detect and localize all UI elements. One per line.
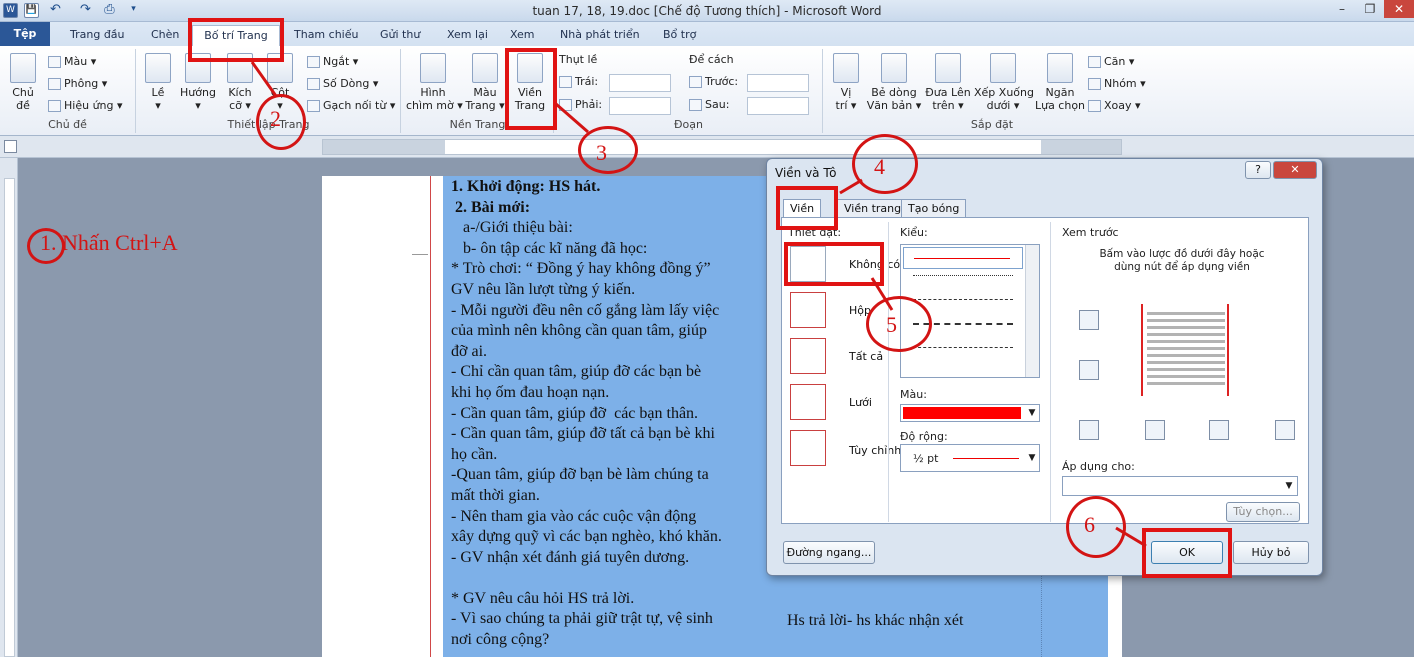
step2-circle [256, 94, 306, 150]
step5-number: 5 [886, 312, 897, 337]
step1-label: 1. Nhấn Ctrl+A [40, 230, 178, 255]
step2-number: 2 [270, 106, 281, 131]
step4-number: 4 [874, 154, 885, 179]
step5-circle [866, 296, 932, 352]
step6-circle [1066, 496, 1126, 558]
step3-circle [578, 126, 638, 174]
step4-circle [852, 134, 918, 194]
annotation-arrows [250, 61, 1147, 548]
step6-number: 6 [1084, 512, 1095, 537]
step3-number: 3 [596, 140, 607, 165]
